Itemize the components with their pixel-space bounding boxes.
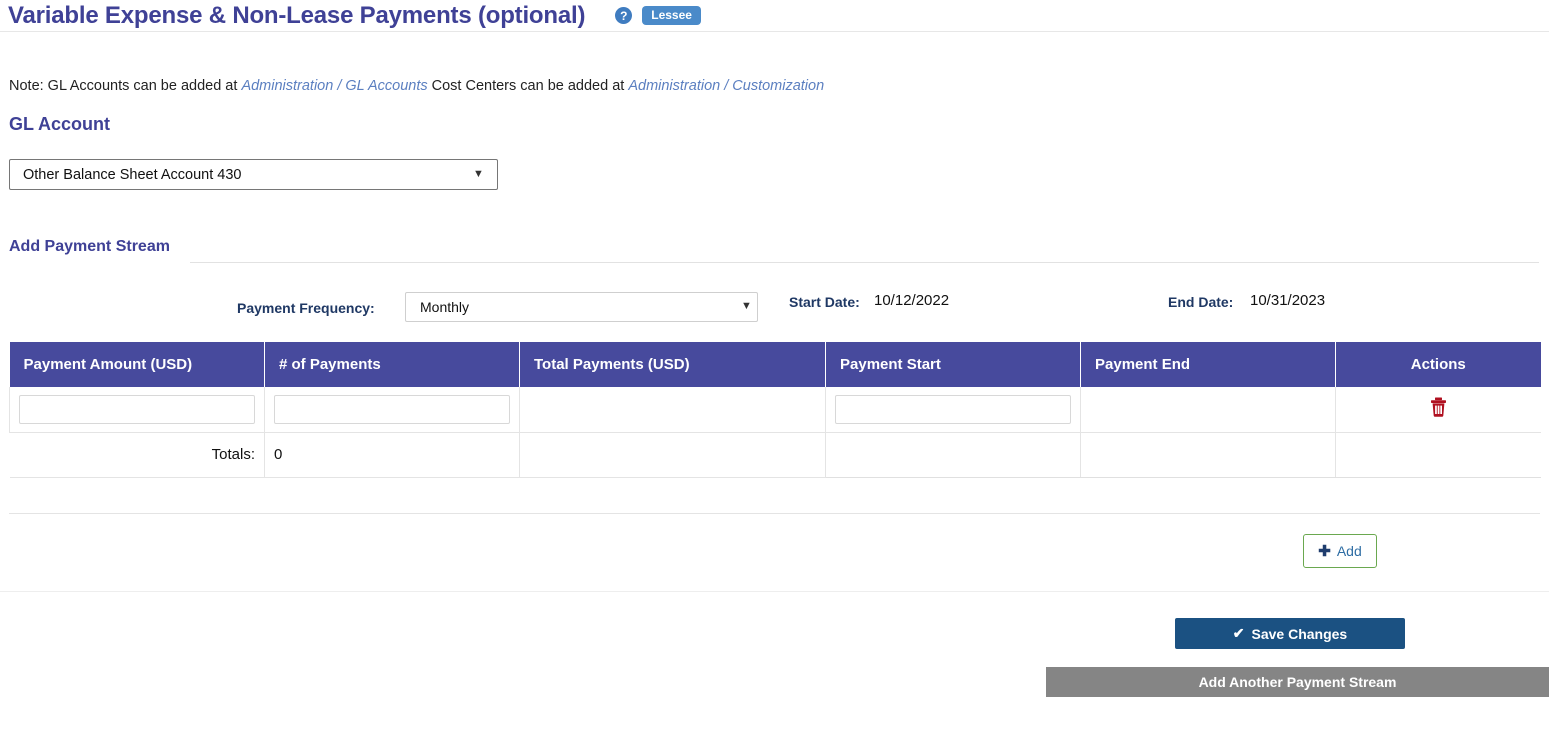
payment-frequency-label: Payment Frequency:	[237, 300, 375, 316]
save-changes-button[interactable]: ✔ Save Changes	[1175, 618, 1405, 649]
start-date-value: 10/12/2022	[874, 292, 950, 309]
plus-icon: ✚	[1318, 543, 1331, 560]
totals-label: Totals:	[9, 432, 265, 478]
start-date-label: Start Date:	[789, 294, 860, 310]
table-header-row: Payment Amount (USD) # of Payments Total…	[9, 342, 1541, 387]
add-another-label: Add Another Payment Stream	[1198, 674, 1397, 690]
cell-payment-end	[1080, 387, 1336, 433]
gl-account-heading: GL Account	[9, 114, 111, 134]
section-rule	[190, 262, 1539, 263]
totals-row: Totals: 0	[9, 432, 1541, 478]
header-divider	[0, 31, 1549, 32]
payment-start-input[interactable]	[835, 394, 1071, 424]
end-date-value: 10/31/2023	[1250, 292, 1326, 309]
totals-spacer-1	[519, 432, 826, 478]
cell-actions	[1335, 387, 1541, 433]
cell-total-payments	[519, 387, 826, 433]
column-payment-amount: Payment Amount (USD)	[9, 342, 265, 387]
totals-spacer-4	[1335, 432, 1541, 478]
save-section-divider	[0, 591, 1549, 592]
gl-account-select[interactable]: Other Balance Sheet Account 430	[9, 159, 498, 190]
column-num-payments: # of Payments	[264, 342, 520, 387]
note-middle: Cost Centers can be added at	[427, 78, 629, 94]
page-header: Variable Expense & Non-Lease Payments (o…	[0, 0, 1549, 31]
payment-amount-input[interactable]	[19, 394, 255, 424]
note-prefix: Note: GL Accounts can be added at	[9, 78, 242, 94]
trash-icon[interactable]	[1430, 397, 1447, 421]
note-text: Note: GL Accounts can be added at Admini…	[9, 78, 824, 94]
cell-payment-start	[825, 387, 1081, 433]
payments-table: Payment Amount (USD) # of Payments Total…	[9, 342, 1541, 478]
payment-frequency-select[interactable]: Monthly	[405, 292, 758, 322]
add-another-payment-stream-button[interactable]: Add Another Payment Stream	[1046, 667, 1549, 697]
add-button[interactable]: ✚ Add	[1303, 534, 1377, 568]
totals-spacer-3	[1080, 432, 1336, 478]
column-payment-start: Payment Start	[825, 342, 1081, 387]
gl-accounts-link[interactable]: Administration / GL Accounts	[241, 78, 427, 94]
save-changes-label: Save Changes	[1251, 625, 1348, 642]
variable-expense-page: Variable Expense & Non-Lease Payments (o…	[0, 0, 1549, 732]
page-title: Variable Expense & Non-Lease Payments (o…	[8, 1, 586, 29]
column-payment-end: Payment End	[1080, 342, 1336, 387]
column-total-payments: Total Payments (USD)	[519, 342, 826, 387]
column-actions: Actions	[1335, 342, 1541, 387]
add-button-label: Add	[1336, 543, 1362, 559]
num-payments-input[interactable]	[274, 394, 510, 424]
table-row	[9, 387, 1541, 433]
customization-link[interactable]: Administration / Customization	[628, 78, 824, 94]
cell-payment-amount	[9, 387, 265, 433]
cell-num-payments	[264, 387, 520, 433]
add-section-divider	[9, 513, 1540, 514]
help-icon[interactable]: ?	[615, 7, 633, 24]
check-icon: ✔	[1232, 625, 1245, 641]
totals-value: 0	[264, 432, 520, 478]
totals-spacer-2	[825, 432, 1081, 478]
add-payment-stream-heading: Add Payment Stream	[9, 238, 178, 256]
end-date-label: End Date:	[1168, 294, 1234, 310]
role-badge: Lessee	[642, 6, 701, 25]
